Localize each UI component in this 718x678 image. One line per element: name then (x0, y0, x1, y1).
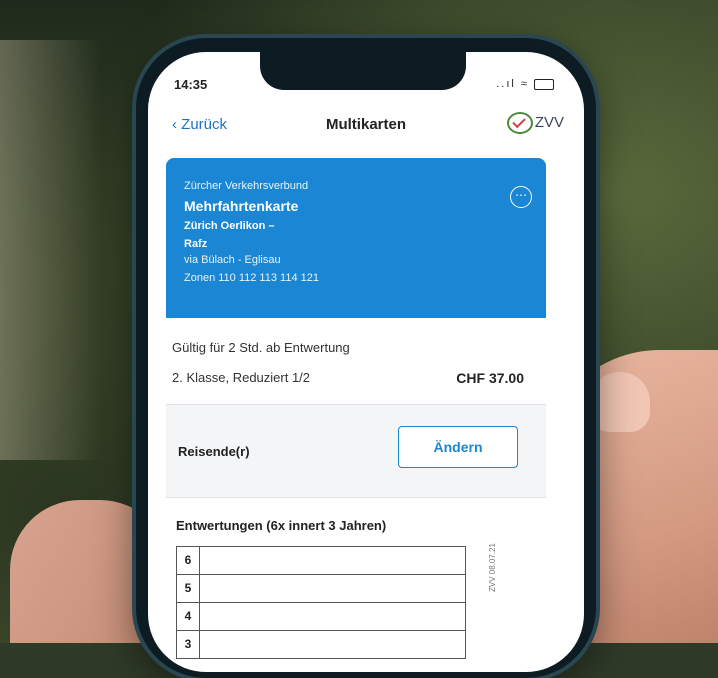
validation-row: 5 (177, 575, 465, 603)
validation-stamp-text: ZVV 08.07.21 (488, 543, 497, 592)
nav-bar: ‹ Zurück Multikarten ZVV (148, 110, 584, 140)
thumb (590, 372, 650, 432)
zvv-logo-icon (506, 112, 533, 134)
class-info: 2. Klasse, Reduziert 1/2 (172, 370, 311, 385)
validation-number: 4 (177, 603, 200, 630)
ticket-from: Zürich Oerlikon – (184, 220, 275, 232)
ticket-zones: Zonen 110 112 113 114 121 (184, 272, 319, 284)
ticket-via: via Bülach - Eglisau (184, 254, 281, 266)
travellers-label: Reisende(r) (178, 444, 250, 459)
validation-grid: 6 5 4 3 (176, 546, 466, 659)
validation-number: 6 (177, 547, 200, 574)
more-options-icon[interactable]: ⋯ (510, 186, 532, 208)
zvv-logo: ZVV (506, 112, 564, 134)
ticket-type: Mehrfahrtenkarte (184, 198, 299, 214)
ticket-card[interactable]: Zürcher Verkehrsverbund Mehrfahrtenkarte… (166, 158, 546, 318)
validity-text: Gültig für 2 Std. ab Entwertung (172, 340, 350, 355)
background-light (0, 40, 100, 460)
ticket-operator: Zürcher Verkehrsverbund (184, 180, 309, 192)
battery-icon (534, 78, 554, 90)
notch (260, 52, 466, 90)
wifi-icon: ≈ (520, 78, 529, 90)
status-icons: ..ıl ≈ (496, 78, 554, 90)
validation-number: 5 (177, 575, 200, 602)
change-travellers-button[interactable]: Ändern (398, 426, 518, 468)
ticket-price: CHF 37.00 (456, 370, 524, 386)
logo-text: ZVV (534, 113, 564, 131)
validation-row: 4 (177, 603, 465, 631)
validations-title: Entwertungen (6x innert 3 Jahren) (176, 518, 387, 533)
validation-row: 3 (177, 631, 465, 659)
signal-icon: ..ıl (496, 78, 516, 90)
validation-number: 3 (177, 631, 200, 658)
phone-screen: 14:35 ..ıl ≈ ‹ Zurück Multikarten ZVV Zü… (148, 52, 584, 672)
status-time: 14:35 (174, 77, 208, 92)
validation-row: 6 (177, 547, 465, 575)
ticket-to: Rafz (184, 238, 208, 250)
